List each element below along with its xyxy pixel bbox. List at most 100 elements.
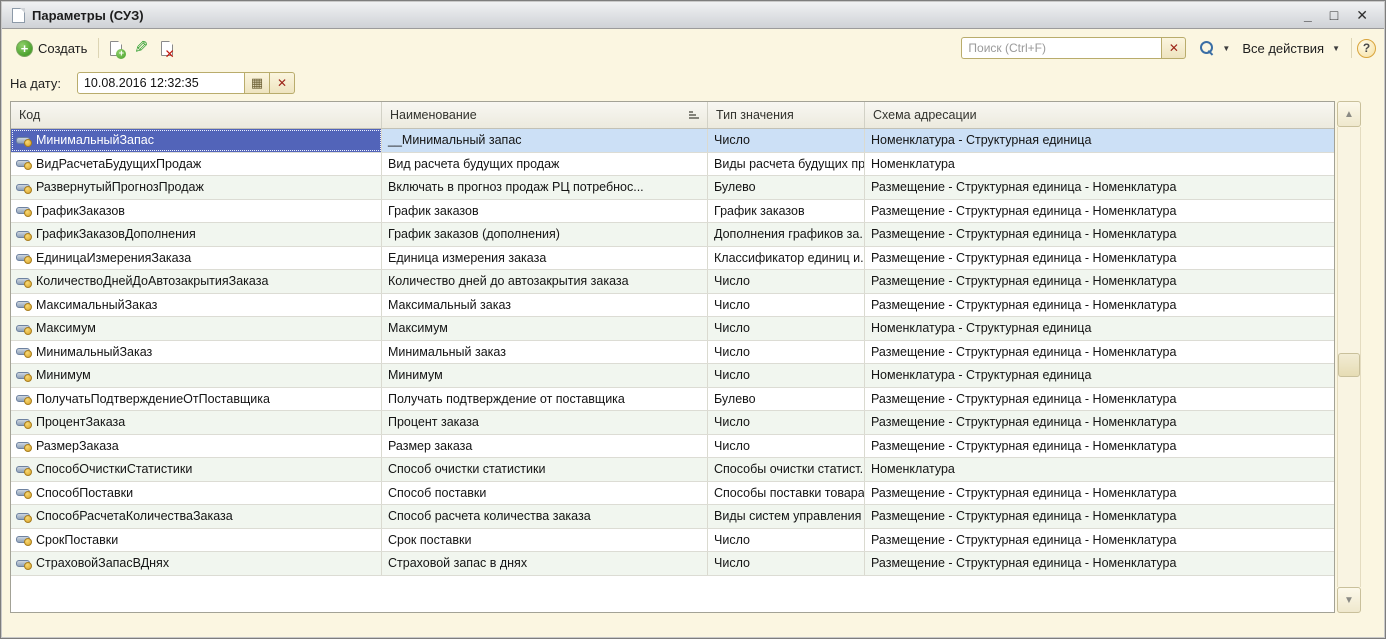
cell-code[interactable]: ВидРасчетаБудущихПродаж [11, 153, 382, 176]
cell-type[interactable]: Число [708, 129, 865, 152]
cell-name[interactable]: Максимум [382, 317, 708, 340]
cell-code[interactable]: СпособОчисткиСтатистики [11, 458, 382, 481]
cell-code[interactable]: СтраховойЗапасВДнях [11, 552, 382, 575]
cell-type[interactable]: Число [708, 317, 865, 340]
cell-code[interactable]: СрокПоставки [11, 529, 382, 552]
table-row[interactable]: ПолучатьПодтверждениеОтПоставщика Получа… [11, 388, 1334, 412]
cell-type[interactable]: Способы поставки товара [708, 482, 865, 505]
cell-code[interactable]: СпособРасчетаКоличестваЗаказа [11, 505, 382, 528]
cell-schema[interactable]: Размещение - Структурная единица - Номен… [865, 247, 1334, 270]
cell-code[interactable]: МинимальныйЗапас [11, 129, 382, 152]
cell-name[interactable]: Вид расчета будущих продаж [382, 153, 708, 176]
table-row[interactable]: ПроцентЗаказа Процент заказа Число Разме… [11, 411, 1334, 435]
cell-type[interactable]: Число [708, 294, 865, 317]
edit-button[interactable]: ✎ [128, 36, 154, 60]
close-button[interactable]: ✕ [1356, 8, 1368, 22]
cell-type[interactable]: Булево [708, 176, 865, 199]
column-header-code[interactable]: Код [11, 102, 382, 128]
cell-code[interactable]: МаксимальныйЗаказ [11, 294, 382, 317]
column-header-type[interactable]: Тип значения [708, 102, 865, 128]
cell-schema[interactable]: Размещение - Структурная единица - Номен… [865, 482, 1334, 505]
cell-schema[interactable]: Размещение - Структурная единица - Номен… [865, 388, 1334, 411]
table-row[interactable]: СрокПоставки Срок поставки Число Размеще… [11, 529, 1334, 553]
search-clear-button[interactable]: ✕ [1161, 37, 1186, 59]
cell-code[interactable]: КоличествоДнейДоАвтозакрытияЗаказа [11, 270, 382, 293]
column-header-name[interactable]: Наименование [382, 102, 708, 128]
cell-type[interactable]: Число [708, 270, 865, 293]
table-row[interactable]: МаксимальныйЗаказ Максимальный заказ Чис… [11, 294, 1334, 318]
table-row[interactable]: ГрафикЗаказовДополнения График заказов (… [11, 223, 1334, 247]
cell-schema[interactable]: Размещение - Структурная единица - Номен… [865, 552, 1334, 575]
cell-code[interactable]: СпособПоставки [11, 482, 382, 505]
cell-code[interactable]: РазвернутыйПрогнозПродаж [11, 176, 382, 199]
all-actions-button[interactable]: Все действия ▼ [1236, 37, 1346, 60]
vertical-scrollbar[interactable]: ▲ ▼ [1337, 101, 1361, 613]
table-row[interactable]: МинимальныйЗапас __Минимальный запас Чис… [11, 129, 1334, 153]
cell-name[interactable]: График заказов (дополнения) [382, 223, 708, 246]
cell-schema[interactable]: Номенклатура [865, 458, 1334, 481]
cell-schema[interactable]: Размещение - Структурная единица - Номен… [865, 294, 1334, 317]
cell-type[interactable]: Число [708, 341, 865, 364]
cell-type[interactable]: Булево [708, 388, 865, 411]
table-row[interactable]: ВидРасчетаБудущихПродаж Вид расчета буду… [11, 153, 1334, 177]
cell-code[interactable]: МинимальныйЗаказ [11, 341, 382, 364]
copy-button[interactable]: + [104, 37, 128, 60]
table-row[interactable]: СпособПоставки Способ поставки Способы п… [11, 482, 1334, 506]
cell-type[interactable]: График заказов [708, 200, 865, 223]
scroll-up-button[interactable]: ▲ [1337, 101, 1361, 127]
cell-name[interactable]: Страховой запас в днях [382, 552, 708, 575]
cell-name[interactable]: Получать подтверждение от поставщика [382, 388, 708, 411]
column-header-schema[interactable]: Схема адресации [865, 102, 1334, 128]
search-input[interactable] [961, 37, 1161, 59]
cell-schema[interactable]: Размещение - Структурная единица - Номен… [865, 529, 1334, 552]
cell-code[interactable]: ПроцентЗаказа [11, 411, 382, 434]
cell-schema[interactable]: Размещение - Структурная единица - Номен… [865, 341, 1334, 364]
cell-name[interactable]: Минимальный заказ [382, 341, 708, 364]
cell-type[interactable]: Классификатор единиц и... [708, 247, 865, 270]
cell-code[interactable]: ЕдиницаИзмеренияЗаказа [11, 247, 382, 270]
cell-schema[interactable]: Размещение - Структурная единица - Номен… [865, 200, 1334, 223]
table-row[interactable]: КоличествоДнейДоАвтозакрытияЗаказа Колич… [11, 270, 1334, 294]
cell-name[interactable]: Единица измерения заказа [382, 247, 708, 270]
cell-name[interactable]: Способ поставки [382, 482, 708, 505]
cell-name[interactable]: Минимум [382, 364, 708, 387]
date-clear-button[interactable]: ✕ [270, 72, 295, 94]
cell-schema[interactable]: Размещение - Структурная единица - Номен… [865, 223, 1334, 246]
date-input[interactable] [77, 72, 245, 94]
cell-type[interactable]: Число [708, 411, 865, 434]
cell-type[interactable]: Способы очистки статист... [708, 458, 865, 481]
cell-schema[interactable]: Размещение - Структурная единица - Номен… [865, 270, 1334, 293]
cell-name[interactable]: Способ расчета количества заказа [382, 505, 708, 528]
cell-schema[interactable]: Размещение - Структурная единица - Номен… [865, 411, 1334, 434]
cell-name[interactable]: Размер заказа [382, 435, 708, 458]
delete-button[interactable]: ✕ [155, 37, 179, 60]
maximize-button[interactable]: □ [1330, 8, 1338, 22]
help-button[interactable]: ? [1357, 39, 1376, 58]
table-row[interactable]: ГрафикЗаказов График заказов График зака… [11, 200, 1334, 224]
cell-type[interactable]: Виды расчета будущих пр... [708, 153, 865, 176]
cell-code[interactable]: ГрафикЗаказовДополнения [11, 223, 382, 246]
cell-name[interactable]: Включать в прогноз продаж РЦ потребнос..… [382, 176, 708, 199]
scroll-down-button[interactable]: ▼ [1337, 587, 1361, 613]
cell-code[interactable]: РазмерЗаказа [11, 435, 382, 458]
cell-type[interactable]: Число [708, 364, 865, 387]
table-row[interactable]: Максимум Максимум Число Номенклатура - С… [11, 317, 1334, 341]
cell-code[interactable]: Максимум [11, 317, 382, 340]
minimize-button[interactable]: _ [1304, 8, 1312, 22]
table-row[interactable]: СпособОчисткиСтатистики Способ очистки с… [11, 458, 1334, 482]
cell-name[interactable]: Процент заказа [382, 411, 708, 434]
cell-type[interactable]: Число [708, 552, 865, 575]
table-row[interactable]: РазмерЗаказа Размер заказа Число Размеще… [11, 435, 1334, 459]
cell-type[interactable]: Дополнения графиков за... [708, 223, 865, 246]
cell-code[interactable]: ПолучатьПодтверждениеОтПоставщика [11, 388, 382, 411]
cell-name[interactable]: Способ очистки статистики [382, 458, 708, 481]
search-menu-button[interactable]: ▼ [1194, 37, 1236, 59]
cell-code[interactable]: Минимум [11, 364, 382, 387]
table-row[interactable]: МинимальныйЗаказ Минимальный заказ Число… [11, 341, 1334, 365]
cell-name[interactable]: График заказов [382, 200, 708, 223]
cell-schema[interactable]: Номенклатура - Структурная единица [865, 364, 1334, 387]
scrollbar-track[interactable] [1337, 127, 1361, 587]
cell-schema[interactable]: Размещение - Структурная единица - Номен… [865, 176, 1334, 199]
cell-schema[interactable]: Размещение - Структурная единица - Номен… [865, 505, 1334, 528]
cell-name[interactable]: Срок поставки [382, 529, 708, 552]
